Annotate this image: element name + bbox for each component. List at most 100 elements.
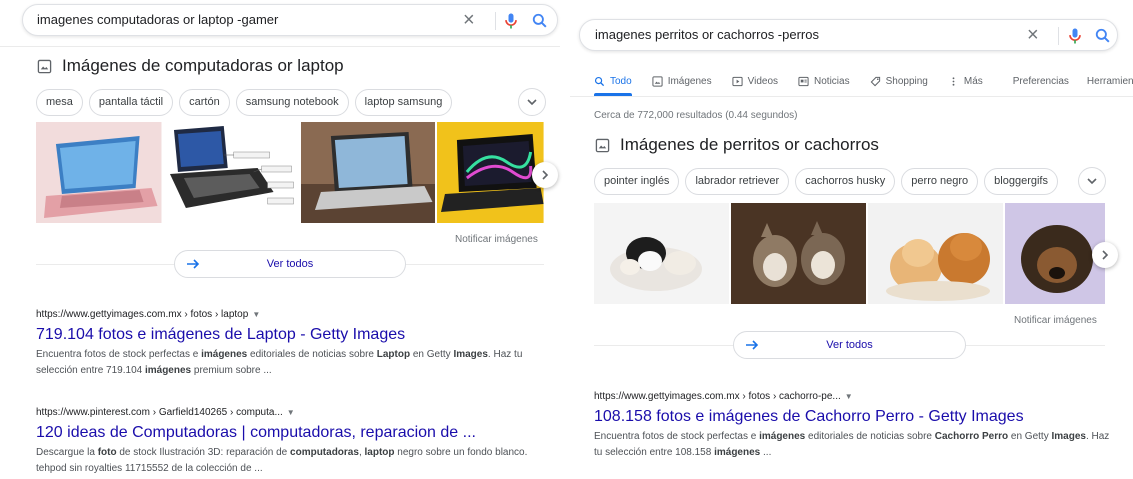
tab-label: Preferencias	[1012, 75, 1069, 87]
tab-todo[interactable]: Todo	[594, 70, 632, 92]
tab-herramientas[interactable]: Herramientas	[1087, 70, 1133, 92]
snippet-text: de stock Ilustración 3D: reparación de	[116, 447, 291, 458]
snippet-highlight: Images	[453, 349, 488, 360]
laptop-photo	[300, 122, 436, 223]
result-snippet: Encuentra fotos de stock perfectas e imá…	[594, 429, 1114, 461]
image-icon	[37, 59, 52, 73]
puppy-photo	[594, 203, 729, 304]
result-url[interactable]: https://www.gettyimages.com.mx › fotos ›…	[36, 309, 536, 320]
search-box[interactable]: imagenes perritos or cachorros -perros ×	[579, 19, 1118, 51]
chip[interactable]: pointer inglés	[594, 168, 680, 195]
carousel-next-button[interactable]	[532, 162, 558, 188]
image-thumbnail[interactable]	[163, 122, 299, 223]
view-all-label: Ver todos	[266, 258, 314, 270]
tab-label: Todo	[610, 75, 632, 87]
search-box[interactable]: imagenes computadoras or laptop -gamer ×	[22, 4, 558, 36]
result-url-text: https://www.gettyimages.com.mx › fotos ›…	[36, 309, 249, 320]
result-title[interactable]: 719.104 fotos e imágenes de Laptop - Get…	[36, 326, 536, 344]
tab-videos[interactable]: Videos	[732, 70, 778, 92]
tab-label: Imágenes	[667, 75, 712, 87]
result-stats: Cerca de 772,000 resultados (0.44 segund…	[594, 110, 798, 121]
result-title[interactable]: 108.158 fotos e imágenes de Cachorro Per…	[594, 408, 1114, 426]
search-result: https://www.pinterest.com › Garfield1402…	[36, 407, 536, 477]
view-all-button[interactable]: Ver todos	[733, 331, 966, 359]
report-images-link[interactable]: Notificar imágenes	[1014, 315, 1097, 326]
chips-expand-button[interactable]	[1078, 167, 1106, 195]
carousel-next-button[interactable]	[1092, 242, 1118, 268]
caret-down-icon[interactable]: ▼	[845, 392, 853, 401]
result-url[interactable]: https://www.gettyimages.com.mx › fotos ›…	[594, 391, 1114, 402]
image-thumbnail[interactable]	[1005, 203, 1105, 304]
caret-down-icon[interactable]: ▼	[252, 310, 260, 319]
tab-imagenes[interactable]: Imágenes	[652, 70, 712, 92]
chip[interactable]: pantalla táctil	[88, 89, 174, 116]
chip[interactable]: perro negro	[901, 168, 979, 195]
tabs-divider	[570, 96, 1133, 97]
result-title[interactable]: 120 ideas de Computadoras | computadoras…	[36, 424, 536, 442]
image-carousel	[594, 203, 1105, 304]
search-icon[interactable]	[530, 11, 550, 31]
chip[interactable]: cachorros husky	[795, 168, 896, 195]
close-icon[interactable]: ×	[463, 5, 475, 35]
caret-down-icon[interactable]: ▼	[287, 408, 295, 417]
mic-icon[interactable]	[501, 11, 521, 31]
left-search-page: imagenes computadoras or laptop -gamer ×…	[0, 0, 560, 479]
mic-icon[interactable]	[1065, 26, 1085, 46]
view-all-button[interactable]: Ver todos	[174, 250, 406, 278]
image-thumbnail[interactable]	[36, 122, 162, 223]
snippet-highlight: Laptop	[376, 349, 411, 360]
image-thumbnail[interactable]	[300, 122, 436, 223]
chevron-right-icon	[542, 170, 549, 180]
search-input[interactable]: imagenes computadoras or laptop -gamer	[37, 5, 278, 35]
chevron-right-icon	[1102, 250, 1109, 260]
chip[interactable]: mesa	[36, 89, 83, 116]
snippet-text: en Getty	[1008, 431, 1052, 442]
snippet-highlight: Cachorro Perro	[934, 431, 1009, 442]
snippet-highlight: imágenes	[144, 365, 192, 376]
snippet-text: premium sobre ...	[191, 365, 272, 376]
tab-noticias[interactable]: Noticias	[798, 70, 850, 92]
snippet-highlight: computadoras	[290, 447, 359, 458]
snippet-highlight: imágenes	[714, 447, 761, 458]
tab-mas[interactable]: Más	[948, 70, 983, 92]
snippet-text: ...	[760, 447, 772, 458]
image-thumbnail[interactable]	[437, 122, 544, 223]
search-divider	[495, 12, 496, 30]
image-thumbnail[interactable]	[731, 203, 866, 304]
snippet-highlight: Images	[1051, 431, 1086, 442]
chevron-down-icon	[1087, 178, 1097, 185]
puppy-photo	[1005, 203, 1105, 304]
chip[interactable]: labrador retriever	[685, 168, 790, 195]
search-input[interactable]: imagenes perritos or cachorros -perros	[595, 20, 819, 50]
tab-preferencias[interactable]: Preferencias	[1013, 70, 1069, 92]
result-url-text: https://www.pinterest.com › Garfield1402…	[36, 407, 283, 418]
laptop-diagram	[163, 122, 299, 223]
result-url[interactable]: https://www.pinterest.com › Garfield1402…	[36, 407, 536, 418]
search-divider	[1058, 27, 1059, 45]
snippet-highlight: laptop	[364, 447, 395, 458]
chip[interactable]: bloggergifs	[984, 168, 1058, 195]
tab-label: Noticias	[814, 75, 850, 87]
chips-expand-button[interactable]	[518, 88, 546, 116]
image-thumbnail[interactable]	[868, 203, 1003, 304]
chip[interactable]: laptop samsung	[354, 89, 453, 116]
snippet-highlight: imágenes	[201, 349, 248, 360]
image-thumbnail[interactable]	[594, 203, 729, 304]
tab-shopping[interactable]: Shopping	[870, 70, 928, 92]
snippet-text: Descargue la	[36, 447, 98, 458]
puppy-photo	[731, 203, 866, 304]
images-section-header: Imágenes de perritos or cachorros	[595, 135, 879, 155]
laptop-photo	[36, 122, 162, 223]
snippet-text: Encuentra fotos de stock perfectas e	[594, 431, 760, 442]
chip[interactable]: samsung notebook	[235, 89, 349, 116]
search-result: https://www.gettyimages.com.mx › fotos ›…	[36, 309, 536, 379]
snippet-text: editoriales de noticias sobre	[805, 431, 935, 442]
snippet-text: en Getty	[410, 349, 454, 360]
report-images-link[interactable]: Notificar imágenes	[455, 234, 538, 245]
search-icon[interactable]	[1093, 26, 1113, 46]
chip[interactable]: cartón	[179, 89, 230, 116]
close-icon[interactable]: ×	[1027, 20, 1039, 50]
search-icon	[594, 76, 605, 86]
images-section-title: Imágenes de perritos or cachorros	[620, 135, 879, 154]
tab-label: Herramientas	[1086, 75, 1133, 87]
